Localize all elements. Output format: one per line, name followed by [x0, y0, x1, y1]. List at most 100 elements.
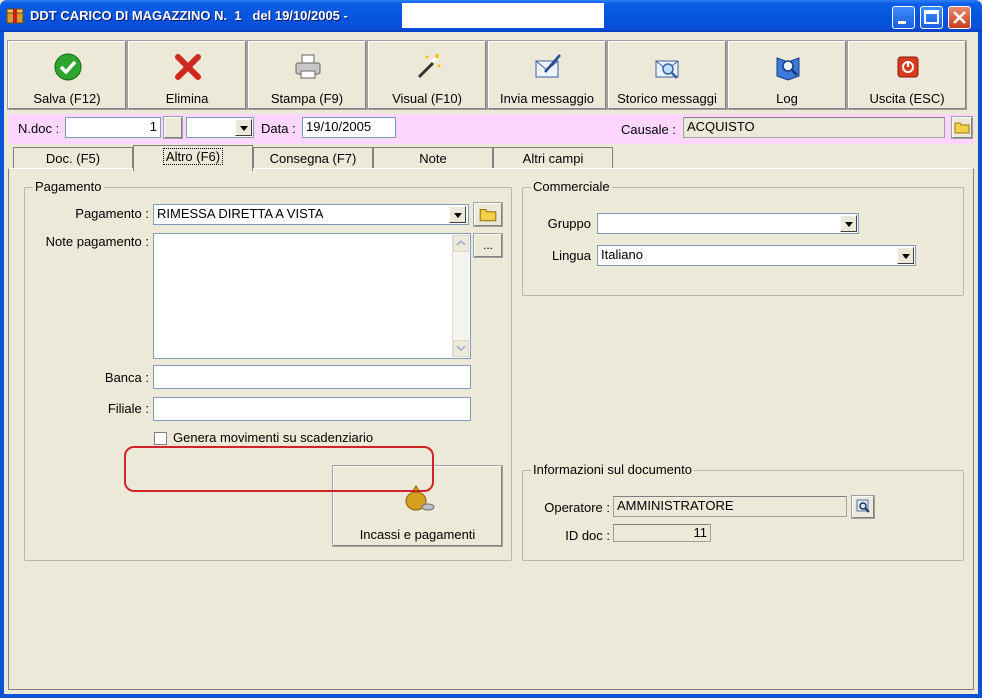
note-pagamento-label: Note pagamento :	[45, 234, 149, 249]
tab-altri-campi-label: Altri campi	[522, 151, 584, 166]
pagamento-select[interactable]: RIMESSA DIRETTA A VISTA	[153, 204, 469, 225]
tab-note[interactable]: Note	[373, 147, 493, 169]
filiale-field[interactable]	[153, 397, 471, 421]
gruppo-select[interactable]	[597, 213, 859, 234]
tab-doc-label: Doc. (F5)	[45, 151, 101, 166]
maximize-icon	[924, 10, 939, 24]
box-icon	[6, 8, 24, 24]
altro-tab-panel: Pagamento Pagamento : RIMESSA DIRETTA A …	[8, 168, 974, 690]
ndoc-label: N.doc :	[18, 121, 60, 136]
view-button[interactable]: Visual (F10)	[367, 40, 487, 110]
print-button[interactable]: Stampa (F9)	[247, 40, 367, 110]
ndoc-picker-button[interactable]	[163, 116, 183, 139]
chevron-down-icon[interactable]	[449, 206, 466, 223]
tab-altro[interactable]: Altro (F6)	[133, 145, 253, 171]
tab-altro-label: Altro (F6)	[162, 148, 224, 165]
date-field[interactable]: 19/10/2005	[302, 117, 396, 138]
delete-label: Elimina	[165, 91, 209, 106]
chevron-down-icon[interactable]	[235, 119, 252, 136]
title-bar[interactable]: DDT CARICO DI MAGAZZINO N. 1 del 19/10/2…	[0, 0, 982, 32]
message-history-label: Storico messaggi	[617, 91, 717, 106]
maximize-button[interactable]	[920, 6, 943, 29]
scroll-up-button[interactable]	[453, 235, 469, 252]
toolbar: Salva (F12) Elimina Stampa (F9) Visual (…	[7, 40, 974, 111]
genera-movimenti-label: Genera movimenti su scadenziario	[173, 430, 374, 445]
title-redaction	[402, 3, 604, 28]
send-message-button[interactable]: Invia messaggio	[487, 40, 607, 110]
informazioni-group: Informazioni sul documento Operatore : A…	[522, 462, 964, 561]
tab-consegna[interactable]: Consegna (F7)	[253, 147, 373, 169]
banca-label: Banca :	[104, 370, 149, 385]
tab-consegna-label: Consegna (F7)	[269, 151, 357, 166]
scroll-down-button[interactable]	[453, 340, 469, 357]
view-label: Visual (F10)	[392, 91, 462, 106]
envelope-pen-icon	[535, 54, 561, 78]
exit-button[interactable]: Uscita (ESC)	[847, 40, 967, 110]
client-area: Salva (F12) Elimina Stampa (F9) Visual (…	[4, 32, 978, 694]
note-pagamento-textarea[interactable]	[153, 233, 471, 359]
printer-icon	[295, 54, 321, 79]
highlight-annotation	[124, 446, 434, 492]
chevron-down-icon[interactable]	[897, 247, 914, 264]
note-scrollbar[interactable]	[452, 235, 469, 357]
tab-strip: Doc. (F5) Altro (F6) Consegna (F7) Note …	[8, 145, 974, 171]
close-button[interactable]	[948, 6, 971, 29]
delete-x-icon	[175, 54, 201, 80]
banca-field[interactable]	[153, 365, 471, 389]
gruppo-label: Gruppo	[547, 216, 591, 231]
minimize-button[interactable]	[892, 6, 915, 29]
minimize-icon	[898, 21, 906, 24]
power-icon	[897, 56, 919, 78]
chevron-down-icon[interactable]	[840, 215, 857, 232]
iddoc-label: ID doc :	[565, 528, 610, 543]
tab-altri-campi[interactable]: Altri campi	[493, 147, 613, 169]
envelope-search-icon	[655, 60, 679, 79]
operatore-lookup-button[interactable]	[851, 495, 875, 519]
operatore-field[interactable]: AMMINISTRATORE	[613, 496, 847, 517]
chevron-up-icon	[456, 239, 466, 246]
iddoc-field: 11	[613, 524, 711, 542]
pagamento-label: Pagamento :	[75, 206, 149, 221]
data-label: Data :	[261, 121, 296, 136]
incassi-pagamenti-label: Incassi e pagamenti	[359, 527, 476, 542]
filiale-label: Filiale :	[107, 401, 149, 416]
pagamento-group: Pagamento Pagamento : RIMESSA DIRETTA A …	[24, 179, 512, 561]
close-icon	[953, 11, 966, 24]
causale-browse-button[interactable]	[951, 116, 973, 139]
tab-doc[interactable]: Doc. (F5)	[13, 147, 133, 169]
operatore-label: Operatore :	[544, 500, 610, 515]
genera-movimenti-checkbox[interactable]	[154, 432, 167, 445]
exit-label: Uscita (ESC)	[869, 91, 945, 106]
save-button[interactable]: Salva (F12)	[7, 40, 127, 110]
chevron-down-icon	[456, 345, 466, 352]
log-label: Log	[776, 91, 798, 106]
pagamento-group-title: Pagamento	[33, 179, 104, 194]
folder-icon	[954, 122, 970, 134]
send-message-label: Invia messaggio	[500, 91, 594, 106]
window-title: DDT CARICO DI MAGAZZINO N. 1 del 19/10/2…	[30, 8, 348, 23]
save-label: Salva (F12)	[33, 91, 101, 106]
causale-label: Causale :	[621, 122, 676, 137]
message-history-button[interactable]: Storico messaggi	[607, 40, 727, 110]
delete-button[interactable]: Elimina	[127, 40, 247, 110]
commerciale-group: Commerciale Gruppo Lingua Italiano	[522, 179, 964, 296]
document-header-bar: N.doc : 1 Data : 19/10/2005 Causale : AC…	[8, 114, 974, 144]
informazioni-group-title: Informazioni sul documento	[531, 462, 694, 477]
log-button[interactable]: Log	[727, 40, 847, 110]
lingua-value: Italiano	[601, 247, 643, 262]
lingua-label: Lingua	[551, 248, 591, 263]
lingua-select[interactable]: Italiano	[597, 245, 916, 266]
ndoc-field[interactable]: 1	[65, 117, 161, 138]
folder-icon	[479, 209, 497, 222]
magic-wand-icon	[417, 54, 441, 79]
search-icon	[856, 499, 870, 513]
tab-note-label: Note	[419, 151, 447, 166]
causale-field[interactable]: ACQUISTO	[683, 117, 945, 138]
note-expand-button[interactable]: ...	[473, 233, 503, 258]
ndoc-suffix-select[interactable]	[186, 117, 254, 138]
print-label: Stampa (F9)	[270, 91, 344, 106]
commerciale-group-title: Commerciale	[531, 179, 612, 194]
check-icon	[54, 53, 82, 81]
pagamento-browse-button[interactable]	[473, 202, 503, 227]
book-search-icon	[776, 57, 800, 81]
